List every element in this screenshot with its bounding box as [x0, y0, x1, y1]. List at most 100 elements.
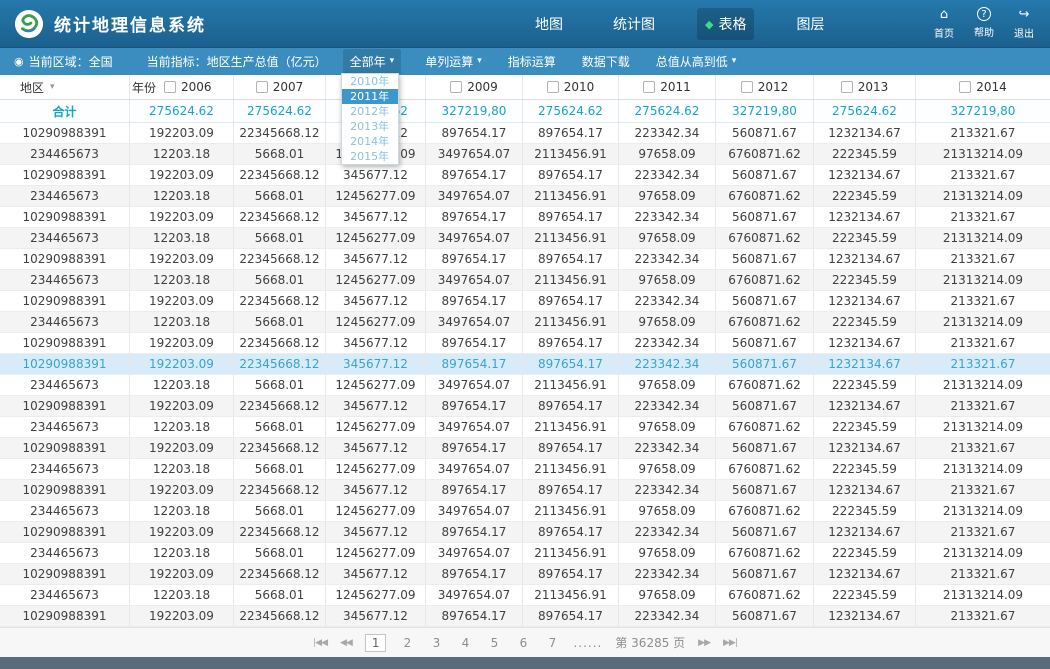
- value-cell: 192203.09: [130, 606, 234, 626]
- year-checkbox[interactable]: [450, 81, 462, 93]
- value-cell: 1232134.67: [814, 522, 916, 542]
- value-cell: 223342.34: [619, 207, 716, 227]
- toolbar-indicator-calc-button[interactable]: 指标运算: [508, 53, 556, 70]
- value-cell: 5668.01: [234, 270, 326, 290]
- page-last-icon[interactable]: ▶▶|: [723, 638, 737, 648]
- value-cell: 897654.17: [426, 333, 523, 353]
- quick-exit-label: 退出: [1014, 25, 1034, 40]
- year-option[interactable]: 2014年: [342, 134, 398, 149]
- nav-tab-map[interactable]: 地图: [527, 8, 571, 40]
- value-cell: 5668.01: [234, 144, 326, 164]
- toolbar-single-column-calc-button[interactable]: 单列运算▾: [425, 53, 482, 70]
- table-row[interactable]: 23446567312203.185668.0112456277.0934976…: [0, 543, 1050, 564]
- value-cell: 213321.67: [916, 396, 1050, 416]
- table-row[interactable]: 23446567312203.185668.0112456277.0934976…: [0, 186, 1050, 207]
- year-filter-button[interactable]: 全部年 ▾ 2010年2011年2012年2013年2014年2015年: [343, 49, 402, 74]
- value-cell: 213321.67: [916, 480, 1050, 500]
- table-row[interactable]: 10290988391192203.0922345668.12345677.12…: [0, 564, 1050, 585]
- year-checkbox[interactable]: [164, 81, 176, 93]
- table-row[interactable]: 23446567312203.185668.0112456277.0934976…: [0, 228, 1050, 249]
- value-cell: 12456277.09: [326, 375, 426, 395]
- year-checkbox[interactable]: [547, 81, 559, 93]
- page-prev-icon[interactable]: ◀◀: [340, 638, 352, 648]
- value-cell: 345677.12: [326, 249, 426, 269]
- toolbar-menu: 单列运算▾ 指标运算 数据下载 总值从高到低▾: [425, 53, 736, 70]
- table-row[interactable]: 10290988391192203.0922345668.12345677.12…: [0, 396, 1050, 417]
- table-row[interactable]: 23446567312203.185668.0112456277.0934976…: [0, 312, 1050, 333]
- table-row[interactable]: 10290988391192203.0922345668.12345677.12…: [0, 606, 1050, 627]
- page-number[interactable]: 2: [399, 634, 415, 652]
- page-number[interactable]: 5: [486, 634, 502, 652]
- table-row[interactable]: 10290988391192203.0922345668.12345677.12…: [0, 333, 1050, 354]
- toolbar-data-download-button[interactable]: 数据下载: [582, 53, 630, 70]
- page-number[interactable]: 6: [515, 634, 531, 652]
- region-column-header[interactable]: 地区 ▾: [0, 75, 130, 99]
- value-cell: 12203.18: [130, 228, 234, 248]
- chevron-down-icon: ▾: [390, 57, 395, 66]
- value-cell: 560871.67: [716, 291, 814, 311]
- table-row[interactable]: 23446567312203.185668.0112456277.0934976…: [0, 501, 1050, 522]
- page-number[interactable]: 7: [544, 634, 560, 652]
- year-option[interactable]: 2012年: [342, 104, 398, 119]
- table-row[interactable]: 23446567312203.185668.0112456277.0934976…: [0, 459, 1050, 480]
- value-cell: 897654.17: [426, 564, 523, 584]
- page-number[interactable]: 4: [457, 634, 473, 652]
- table-row[interactable]: 10290988391192203.0922345668.12345677.12…: [0, 249, 1050, 270]
- year-checkbox[interactable]: [959, 81, 971, 93]
- value-cell: 1232134.67: [814, 564, 916, 584]
- table-row[interactable]: 10290988391192203.0922345668.12345677.12…: [0, 354, 1050, 375]
- year-option[interactable]: 2013年: [342, 119, 398, 134]
- value-cell: 2113456.91: [523, 186, 619, 206]
- table-row[interactable]: 23446567312203.185668.0112456277.0934976…: [0, 144, 1050, 165]
- table-row[interactable]: 10290988391192203.0922345668.12345677.12…: [0, 123, 1050, 144]
- value-cell: 345677.12: [326, 207, 426, 227]
- region-cell: 10290988391: [0, 564, 130, 584]
- region-cell: 10290988391: [0, 333, 130, 353]
- value-cell: 3497654.07: [426, 501, 523, 521]
- value-cell: 897654.17: [523, 438, 619, 458]
- quick-help-button[interactable]: ?帮助: [972, 7, 996, 40]
- page-number[interactable]: 3: [428, 634, 444, 652]
- nav-tab-table[interactable]: ◆表格: [697, 8, 754, 40]
- year-checkbox[interactable]: [841, 81, 853, 93]
- value-cell: 22345668.12: [234, 249, 326, 269]
- table-row[interactable]: 10290988391192203.0922345668.12345677.12…: [0, 480, 1050, 501]
- year-option[interactable]: 2015年: [342, 149, 398, 164]
- table-row[interactable]: 10290988391192203.0922345668.12345677.12…: [0, 165, 1050, 186]
- year-option[interactable]: 2011年: [342, 89, 398, 104]
- table-row[interactable]: 10290988391192203.0922345668.12345677.12…: [0, 207, 1050, 228]
- year-checkbox[interactable]: [741, 81, 753, 93]
- nav-tab-layers[interactable]: 图层: [788, 8, 832, 40]
- page-first-icon[interactable]: |◀◀: [313, 638, 327, 648]
- total-value-cell: 275624.62: [130, 100, 234, 122]
- year-checkbox[interactable]: [256, 81, 268, 93]
- table-row[interactable]: 23446567312203.185668.0112456277.0934976…: [0, 375, 1050, 396]
- table-row[interactable]: 10290988391192203.0922345668.12345677.12…: [0, 522, 1050, 543]
- value-cell: 345677.12: [326, 165, 426, 185]
- page-next-icon[interactable]: ▶▶: [698, 638, 710, 648]
- table-row[interactable]: 23446567312203.185668.0112456277.0934976…: [0, 417, 1050, 438]
- table-row[interactable]: 10290988391192203.0922345668.12345677.12…: [0, 438, 1050, 459]
- table-row[interactable]: 23446567312203.185668.0112456277.0934976…: [0, 270, 1050, 291]
- table-body: 10290988391192203.0922345668.12345677.12…: [0, 123, 1050, 627]
- value-cell: 345677.12: [326, 522, 426, 542]
- page-number[interactable]: 1: [365, 634, 387, 652]
- value-cell: 192203.09: [130, 522, 234, 542]
- value-cell: 6760871.62: [716, 144, 814, 164]
- year-label: 2007: [273, 80, 304, 94]
- year-checkbox[interactable]: [643, 81, 655, 93]
- quick-exit-button[interactable]: ↪退出: [1012, 7, 1036, 40]
- diamond-icon: ◆: [705, 19, 713, 30]
- value-cell: 897654.17: [523, 396, 619, 416]
- region-cell: 234465673: [0, 228, 130, 248]
- toolbar-sort-total-desc-button[interactable]: 总值从高到低▾: [656, 53, 737, 70]
- quick-home-button[interactable]: ⌂首页: [932, 7, 956, 40]
- value-cell: 5668.01: [234, 312, 326, 332]
- nav-tab-chart[interactable]: 统计图: [605, 8, 663, 40]
- value-cell: 223342.34: [619, 354, 716, 374]
- table-row[interactable]: 23446567312203.185668.0112456277.0934976…: [0, 585, 1050, 606]
- value-cell: 21313214.09: [916, 417, 1050, 437]
- value-cell: 12456277.09: [326, 186, 426, 206]
- table-row[interactable]: 10290988391192203.0922345668.12345677.12…: [0, 291, 1050, 312]
- year-option[interactable]: 2010年: [342, 74, 398, 89]
